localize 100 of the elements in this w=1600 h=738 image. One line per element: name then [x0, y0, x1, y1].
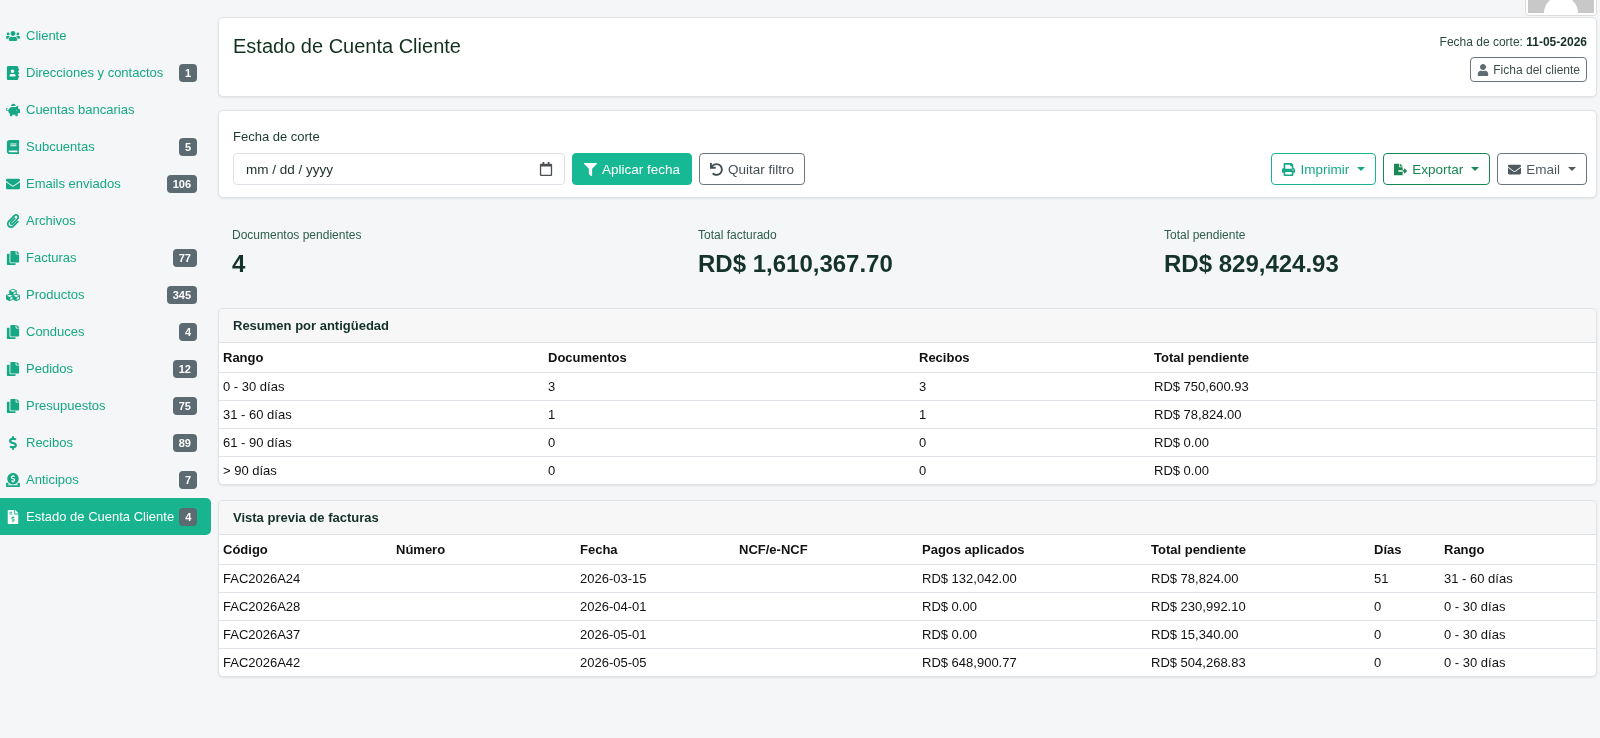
stat-label: Total pendiente	[1164, 227, 1246, 243]
sidebar-item[interactable]: Subcuentas 5	[0, 128, 211, 165]
table-cell: 2026-05-01	[576, 620, 735, 648]
table-cell: 0	[1370, 648, 1440, 676]
filter-icon	[584, 162, 597, 176]
copy-icon	[6, 250, 20, 265]
table-cell: 0 - 30 días	[219, 372, 544, 400]
sidebar-item[interactable]: Emails enviados 106	[0, 165, 211, 202]
copy-icon	[6, 361, 20, 376]
table-cell: RD$ 78,824.00	[1150, 400, 1596, 428]
table-cell: 0 - 30 días	[1440, 648, 1596, 676]
stat-value: RD$ 829,424.93	[1164, 249, 1339, 279]
table-cell: 0 - 30 días	[1440, 592, 1596, 620]
clear-filter-button[interactable]: Quitar filtro	[699, 153, 806, 185]
dropdown-button[interactable]: Exportar	[1383, 153, 1491, 185]
table-cell: RD$ 78,824.00	[1147, 564, 1370, 592]
table-cell: 61 - 90 días	[219, 428, 544, 456]
piggy-bank-icon	[6, 102, 20, 117]
undo-icon	[710, 162, 724, 176]
count-badge: 1	[178, 63, 197, 82]
card-title: Vista previa de facturas	[233, 510, 379, 525]
count-badge: 345	[166, 285, 197, 304]
invoice-dollar-icon	[6, 509, 20, 524]
table-cell: RD$ 0.00	[1150, 428, 1596, 456]
table-cell: 2026-05-05	[576, 648, 735, 676]
count-badge: 7	[178, 470, 197, 489]
stat-label: Documentos pendientes	[232, 227, 362, 243]
envelope-icon	[1508, 162, 1522, 176]
caret-icon	[1357, 167, 1366, 171]
dropdown-button[interactable]: Imprimir	[1271, 153, 1377, 185]
sidebar-item[interactable]: Cliente	[0, 17, 211, 54]
column-header: Rango	[219, 343, 544, 372]
table-cell: 31 - 60 días	[1440, 564, 1596, 592]
count-badge: 4	[178, 322, 197, 341]
address-book-icon	[6, 65, 20, 80]
book-icon	[6, 139, 20, 154]
sidebar-item[interactable]: Productos 345	[0, 276, 211, 313]
table-cell: FAC2026A42	[219, 648, 392, 676]
table-cell: 3	[915, 372, 1150, 400]
table-cell: > 90 días	[219, 456, 544, 484]
count-badge: 12	[172, 359, 197, 378]
sidebar-item[interactable]: Anticipos 7	[0, 461, 211, 498]
column-header: Días	[1370, 535, 1440, 564]
paperclip-icon	[6, 213, 20, 228]
sidebar-item[interactable]: Archivos	[0, 202, 211, 239]
client-profile-button[interactable]: Ficha del cliente	[1470, 57, 1587, 82]
table-cell: 31 - 60 días	[219, 400, 544, 428]
column-header: Documentos	[544, 343, 915, 372]
table-cell: FAC2026A37	[219, 620, 392, 648]
field-label: Fecha de corte	[233, 129, 321, 145]
table-cell: 2026-04-01	[576, 592, 735, 620]
table-cell: 3	[544, 372, 915, 400]
table-cell: 0	[1370, 620, 1440, 648]
sidebar-item[interactable]: Estado de Cuenta Cliente 4	[0, 498, 211, 535]
table-cell: 51	[1370, 564, 1440, 592]
sidebar-item[interactable]: Direcciones y contactos 1	[0, 54, 211, 91]
table-cell: RD$ 132,042.00	[918, 564, 1147, 592]
column-header: Recibos	[915, 343, 1150, 372]
table-cell: RD$ 750,600.93	[1150, 372, 1596, 400]
calendar-icon[interactable]	[539, 162, 553, 176]
user-icon	[1477, 63, 1490, 76]
stat-value: RD$ 1,610,367.70	[698, 249, 893, 279]
table-cell: 0 - 30 días	[1440, 620, 1596, 648]
sidebar-item[interactable]: Presupuestos 75	[0, 387, 211, 424]
sidebar-item[interactable]: Facturas 77	[0, 239, 211, 276]
stat-label: Total facturado	[698, 227, 777, 243]
printer-icon	[1282, 162, 1296, 176]
table-cell: RD$ 0.00	[918, 592, 1147, 620]
envelope-icon	[6, 176, 20, 191]
card-title: Resumen por antigüedad	[233, 318, 390, 333]
copy-icon	[6, 324, 20, 339]
cubes-icon	[6, 287, 20, 302]
table-cell: RD$ 0.00	[918, 620, 1147, 648]
cutoff-date-text: Fecha de corte: 11-05-2026	[1439, 34, 1587, 50]
caret-icon	[1471, 167, 1480, 171]
table-cell: RD$ 15,340.00	[1147, 620, 1370, 648]
date-field[interactable]: mm / dd / yyyy	[233, 153, 565, 185]
count-badge: 5	[178, 137, 197, 156]
users-icon	[6, 28, 20, 43]
column-header: Pagos aplicados	[918, 535, 1147, 564]
count-badge: 4	[179, 507, 198, 526]
dropdown-button[interactable]: Email	[1497, 153, 1587, 185]
sidebar-item[interactable]: Cuentas bancarias	[0, 91, 211, 128]
count-badge: 75	[172, 396, 197, 415]
column-header: Fecha	[576, 535, 735, 564]
column-header: Total pendiente	[1150, 343, 1596, 372]
column-header: Total pendiente	[1147, 535, 1370, 564]
table-cell: 0	[915, 456, 1150, 484]
table-cell: 2026-03-15	[576, 564, 735, 592]
sidebar-item[interactable]: Conduces 4	[0, 313, 211, 350]
table-cell: RD$ 504,268.83	[1147, 648, 1370, 676]
count-badge: 89	[172, 433, 197, 452]
count-badge: 77	[172, 248, 197, 267]
column-header: Número	[392, 535, 576, 564]
column-header: NCF/e-NCF	[735, 535, 918, 564]
sidebar-item[interactable]: Recibos 89	[0, 424, 211, 461]
table-cell: RD$ 648,900.77	[918, 648, 1147, 676]
sidebar-item[interactable]: Pedidos 12	[0, 350, 211, 387]
file-export-icon	[1394, 162, 1408, 176]
stat-value: 4	[232, 249, 246, 279]
